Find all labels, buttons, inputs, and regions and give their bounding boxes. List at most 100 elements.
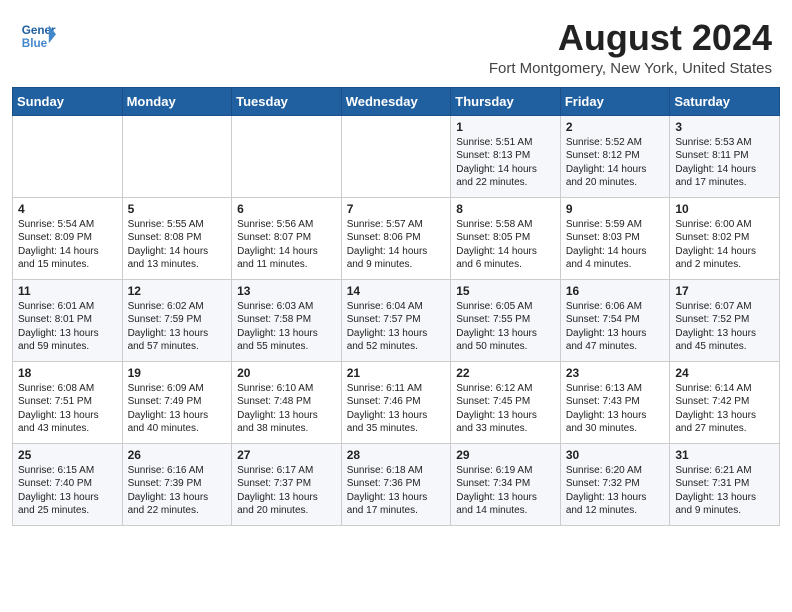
calendar-cell: 28 Sunrise: 6:18 AM Sunset: 7:36 PM Dayli… bbox=[341, 443, 451, 525]
location: Fort Montgomery, New York, United States bbox=[489, 60, 772, 77]
calendar-cell: 5 Sunrise: 5:55 AM Sunset: 8:08 PM Daylig… bbox=[122, 197, 232, 279]
day-number: 29 bbox=[456, 448, 555, 462]
calendar-header: SundayMondayTuesdayWednesdayThursdayFrid… bbox=[13, 87, 780, 115]
calendar-cell: 23 Sunrise: 6:13 AM Sunset: 7:43 PM Dayli… bbox=[560, 361, 670, 443]
calendar-cell: 22Sunrise: 6:12 AM Sunset: 7:45 PM Dayli… bbox=[451, 361, 561, 443]
day-info: Sunrise: 5:57 AM Sunset: 8:06 PM Dayligh… bbox=[347, 218, 446, 272]
calendar-cell bbox=[341, 115, 451, 197]
day-info: Sunrise: 6:07 AM Sunset: 7:52 PM Dayligh… bbox=[675, 300, 774, 354]
day-info: Sunrise: 6:11 AM Sunset: 7:46 PM Dayligh… bbox=[347, 382, 446, 436]
day-number: 15 bbox=[456, 284, 555, 298]
calendar-cell bbox=[232, 115, 342, 197]
calendar-week-2: 4Sunrise: 5:54 AM Sunset: 8:09 PM Daylig… bbox=[13, 197, 780, 279]
day-number: 22 bbox=[456, 366, 555, 380]
day-info: Sunrise: 6:13 AM Sunset: 7:43 PM Dayligh… bbox=[566, 382, 665, 436]
calendar-wrapper: SundayMondayTuesdayWednesdayThursdayFrid… bbox=[0, 87, 792, 538]
calendar-table: SundayMondayTuesdayWednesdayThursdayFrid… bbox=[12, 87, 780, 526]
day-number: 8 bbox=[456, 202, 555, 216]
calendar-cell: 16 Sunrise: 6:06 AM Sunset: 7:54 PM Dayli… bbox=[560, 279, 670, 361]
day-info: Sunrise: 6:09 AM Sunset: 7:49 PM Dayligh… bbox=[128, 382, 227, 436]
calendar-cell: 15 Sunrise: 6:05 AM Sunset: 7:55 PM Dayli… bbox=[451, 279, 561, 361]
month-year: August 2024 bbox=[489, 18, 772, 58]
day-info: Sunrise: 6:20 AM Sunset: 7:32 PM Dayligh… bbox=[566, 464, 665, 518]
day-number: 25 bbox=[18, 448, 117, 462]
page-header: General Blue August 2024 Fort Montgomery… bbox=[0, 0, 792, 87]
day-number: 2 bbox=[566, 120, 665, 134]
day-number: 1 bbox=[456, 120, 555, 134]
weekday-header-wednesday: Wednesday bbox=[341, 87, 451, 115]
calendar-cell: 13 Sunrise: 6:03 AM Sunset: 7:58 PM Dayli… bbox=[232, 279, 342, 361]
weekday-header-thursday: Thursday bbox=[451, 87, 561, 115]
day-number: 14 bbox=[347, 284, 446, 298]
logo: General Blue bbox=[20, 18, 56, 54]
calendar-cell: 7 Sunrise: 5:57 AM Sunset: 8:06 PM Daylig… bbox=[341, 197, 451, 279]
day-number: 5 bbox=[128, 202, 227, 216]
day-info: Sunrise: 6:03 AM Sunset: 7:58 PM Dayligh… bbox=[237, 300, 336, 354]
day-info: Sunrise: 6:00 AM Sunset: 8:02 PM Dayligh… bbox=[675, 218, 774, 272]
calendar-cell: 31Sunrise: 6:21 AM Sunset: 7:31 PM Dayli… bbox=[670, 443, 780, 525]
calendar-cell: 1 Sunrise: 5:51 AM Sunset: 8:13 PM Daylig… bbox=[451, 115, 561, 197]
calendar-cell bbox=[13, 115, 123, 197]
day-number: 23 bbox=[566, 366, 665, 380]
day-info: Sunrise: 6:01 AM Sunset: 8:01 PM Dayligh… bbox=[18, 300, 117, 354]
day-number: 20 bbox=[237, 366, 336, 380]
day-number: 16 bbox=[566, 284, 665, 298]
day-info: Sunrise: 6:02 AM Sunset: 7:59 PM Dayligh… bbox=[128, 300, 227, 354]
day-number: 6 bbox=[237, 202, 336, 216]
day-number: 31 bbox=[675, 448, 774, 462]
calendar-cell: 21Sunrise: 6:11 AM Sunset: 7:46 PM Dayli… bbox=[341, 361, 451, 443]
weekday-header-saturday: Saturday bbox=[670, 87, 780, 115]
day-number: 4 bbox=[18, 202, 117, 216]
day-info: Sunrise: 5:51 AM Sunset: 8:13 PM Dayligh… bbox=[456, 136, 555, 190]
weekday-header-monday: Monday bbox=[122, 87, 232, 115]
calendar-week-3: 11 Sunrise: 6:01 AM Sunset: 8:01 PM Dayli… bbox=[13, 279, 780, 361]
day-info: Sunrise: 6:17 AM Sunset: 7:37 PM Dayligh… bbox=[237, 464, 336, 518]
day-info: Sunrise: 5:55 AM Sunset: 8:08 PM Dayligh… bbox=[128, 218, 227, 272]
calendar-cell: 2 Sunrise: 5:52 AM Sunset: 8:12 PM Daylig… bbox=[560, 115, 670, 197]
calendar-cell: 18 Sunrise: 6:08 AM Sunset: 7:51 PM Dayli… bbox=[13, 361, 123, 443]
calendar-cell: 3Sunrise: 5:53 AM Sunset: 8:11 PM Daylig… bbox=[670, 115, 780, 197]
weekday-header-friday: Friday bbox=[560, 87, 670, 115]
day-number: 3 bbox=[675, 120, 774, 134]
day-number: 13 bbox=[237, 284, 336, 298]
calendar-cell: 17 Sunrise: 6:07 AM Sunset: 7:52 PM Dayli… bbox=[670, 279, 780, 361]
calendar-cell: 20 Sunrise: 6:10 AM Sunset: 7:48 PM Dayli… bbox=[232, 361, 342, 443]
calendar-cell: 8Sunrise: 5:58 AM Sunset: 8:05 PM Daylig… bbox=[451, 197, 561, 279]
day-info: Sunrise: 6:10 AM Sunset: 7:48 PM Dayligh… bbox=[237, 382, 336, 436]
logo-icon: General Blue bbox=[20, 18, 56, 54]
calendar-cell: 9Sunrise: 5:59 AM Sunset: 8:03 PM Daylig… bbox=[560, 197, 670, 279]
day-number: 18 bbox=[18, 366, 117, 380]
day-info: Sunrise: 6:08 AM Sunset: 7:51 PM Dayligh… bbox=[18, 382, 117, 436]
day-number: 26 bbox=[128, 448, 227, 462]
day-info: Sunrise: 6:15 AM Sunset: 7:40 PM Dayligh… bbox=[18, 464, 117, 518]
calendar-cell: 6 Sunrise: 5:56 AM Sunset: 8:07 PM Daylig… bbox=[232, 197, 342, 279]
day-info: Sunrise: 6:05 AM Sunset: 7:55 PM Dayligh… bbox=[456, 300, 555, 354]
day-number: 7 bbox=[347, 202, 446, 216]
day-info: Sunrise: 6:18 AM Sunset: 7:36 PM Dayligh… bbox=[347, 464, 446, 518]
calendar-cell: 14 Sunrise: 6:04 AM Sunset: 7:57 PM Dayli… bbox=[341, 279, 451, 361]
calendar-body: 1 Sunrise: 5:51 AM Sunset: 8:13 PM Daylig… bbox=[13, 115, 780, 525]
calendar-cell: 29 Sunrise: 6:19 AM Sunset: 7:34 PM Dayli… bbox=[451, 443, 561, 525]
calendar-week-5: 25 Sunrise: 6:15 AM Sunset: 7:40 PM Dayli… bbox=[13, 443, 780, 525]
calendar-cell: 24Sunrise: 6:14 AM Sunset: 7:42 PM Dayli… bbox=[670, 361, 780, 443]
day-number: 17 bbox=[675, 284, 774, 298]
day-info: Sunrise: 6:19 AM Sunset: 7:34 PM Dayligh… bbox=[456, 464, 555, 518]
day-number: 11 bbox=[18, 284, 117, 298]
day-info: Sunrise: 5:59 AM Sunset: 8:03 PM Dayligh… bbox=[566, 218, 665, 272]
day-number: 12 bbox=[128, 284, 227, 298]
day-number: 30 bbox=[566, 448, 665, 462]
day-info: Sunrise: 5:56 AM Sunset: 8:07 PM Dayligh… bbox=[237, 218, 336, 272]
day-number: 28 bbox=[347, 448, 446, 462]
calendar-cell: 27 Sunrise: 6:17 AM Sunset: 7:37 PM Dayli… bbox=[232, 443, 342, 525]
calendar-cell bbox=[122, 115, 232, 197]
day-info: Sunrise: 6:04 AM Sunset: 7:57 PM Dayligh… bbox=[347, 300, 446, 354]
calendar-week-1: 1 Sunrise: 5:51 AM Sunset: 8:13 PM Daylig… bbox=[13, 115, 780, 197]
day-number: 27 bbox=[237, 448, 336, 462]
day-info: Sunrise: 6:16 AM Sunset: 7:39 PM Dayligh… bbox=[128, 464, 227, 518]
calendar-cell: 26 Sunrise: 6:16 AM Sunset: 7:39 PM Dayli… bbox=[122, 443, 232, 525]
calendar-week-4: 18 Sunrise: 6:08 AM Sunset: 7:51 PM Dayli… bbox=[13, 361, 780, 443]
day-info: Sunrise: 6:06 AM Sunset: 7:54 PM Dayligh… bbox=[566, 300, 665, 354]
calendar-cell: 12 Sunrise: 6:02 AM Sunset: 7:59 PM Dayli… bbox=[122, 279, 232, 361]
calendar-cell: 11 Sunrise: 6:01 AM Sunset: 8:01 PM Dayli… bbox=[13, 279, 123, 361]
day-info: Sunrise: 5:52 AM Sunset: 8:12 PM Dayligh… bbox=[566, 136, 665, 190]
